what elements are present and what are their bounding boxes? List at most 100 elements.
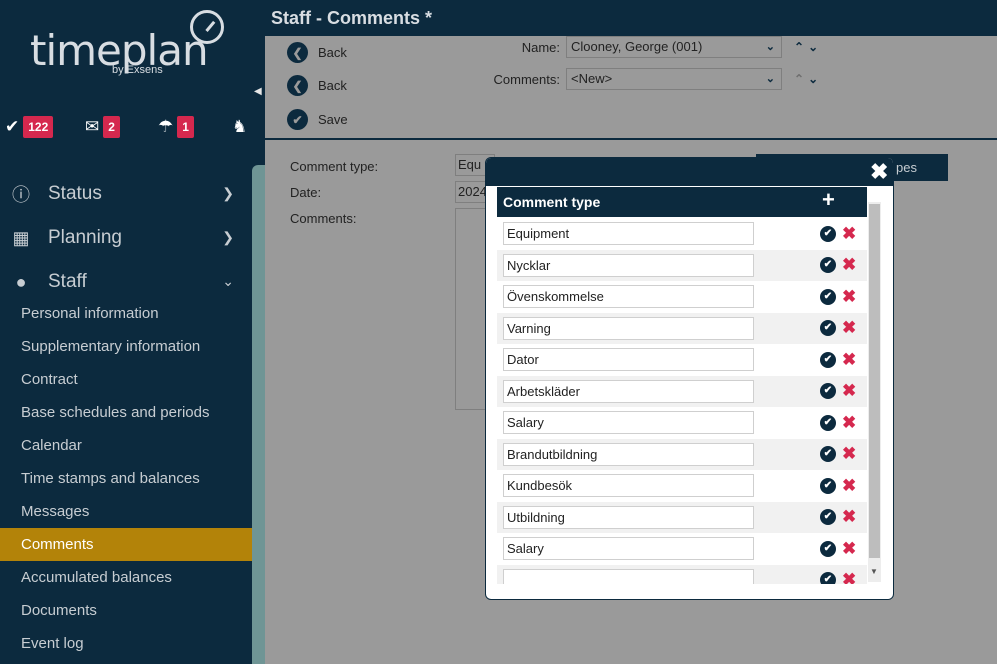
sidebar-item-time-stamps[interactable]: Time stamps and balances (0, 462, 252, 495)
back-button[interactable]: ❮ Back (287, 42, 347, 63)
name-select[interactable]: Clooney, George (001) ⌄ (566, 36, 782, 58)
comment-type-input[interactable] (503, 253, 754, 277)
save-label: Save (318, 112, 348, 127)
sidebar-item-personal-information[interactable]: Personal information (0, 297, 252, 330)
dialog-scrollbar[interactable]: ▼ (868, 202, 881, 582)
close-icon[interactable]: ✖ (870, 161, 888, 183)
comments-label: Comments: (290, 211, 357, 226)
check-icon[interactable]: ✔ (820, 572, 836, 584)
owl-icon: ♞ (232, 117, 248, 136)
sidebar-item-supplementary-information[interactable]: Supplementary information (0, 330, 252, 363)
delete-icon[interactable]: ✖ (842, 477, 856, 494)
nav-item-planning[interactable]: ▦ Planning ❯ (0, 216, 252, 260)
toolbar-divider (265, 138, 997, 140)
comments-select-label: Comments: (493, 71, 560, 87)
comment-type-input[interactable] (503, 222, 754, 246)
chevron-up-icon[interactable]: ⌃ (794, 40, 804, 54)
scroll-down-icon[interactable]: ▼ (870, 567, 878, 576)
check-icon[interactable]: ✔ (820, 320, 836, 337)
umbrella-icon: ☂ (158, 117, 174, 136)
comments-select[interactable]: <New> ⌄ (566, 68, 782, 90)
plus-icon[interactable]: + (822, 187, 835, 213)
logo-by: by Exsens (112, 64, 163, 76)
sidebar-item-documents[interactable]: Documents (0, 594, 252, 627)
comment-type-input[interactable] (503, 568, 754, 584)
delete-icon[interactable]: ✖ (842, 319, 856, 336)
check-icon[interactable]: ✔ (820, 351, 836, 368)
chevron-down-icon: ⌄ (765, 41, 775, 53)
comment-type-input[interactable] (503, 505, 754, 529)
sidebar-item-event-log[interactable]: Event log (0, 627, 252, 660)
comments-navigation: ⌃ ⌄ (794, 72, 818, 86)
comment-type-input[interactable] (503, 285, 754, 309)
scroll-thumb[interactable] (869, 204, 880, 558)
messages-badge[interactable]: ✉ 2 (85, 116, 120, 138)
page-title: Staff - Comments * (271, 8, 433, 28)
nav-item-status[interactable]: ⓘ Status ❯ (0, 172, 252, 216)
sidebar-scrollbar[interactable] (252, 165, 265, 664)
dialog-title-bar: ✖ (486, 158, 893, 186)
name-select-value: Clooney, George (001) (571, 39, 703, 54)
check-icon[interactable]: ✔ (820, 257, 836, 274)
tasks-badge[interactable]: ✔ 122 (5, 116, 54, 138)
delete-icon[interactable]: ✖ (842, 382, 856, 399)
check-icon[interactable]: ✔ (820, 288, 836, 305)
nav-item-label: Planning (48, 227, 122, 248)
comment-type-input[interactable] (503, 474, 754, 498)
sidebar-item-messages[interactable]: Messages (0, 495, 252, 528)
sidebar-item-contract[interactable]: Contract (0, 363, 252, 396)
delete-icon[interactable]: ✖ (842, 508, 856, 525)
back-button-2[interactable]: ❮ Back (287, 75, 347, 96)
nav-item-label: Staff (48, 271, 87, 292)
chevron-down-icon: ⌄ (765, 73, 775, 85)
chevron-down-icon[interactable]: ⌄ (808, 72, 818, 86)
back-label: Back (318, 45, 347, 60)
sidebar-item-comments[interactable]: Comments (0, 528, 252, 561)
delete-icon[interactable]: ✖ (842, 540, 856, 557)
check-icon: ✔ (287, 109, 308, 130)
delete-icon[interactable]: ✖ (842, 445, 856, 462)
delete-icon[interactable]: ✖ (842, 414, 856, 431)
collapse-sidebar-icon[interactable]: ◀ (254, 86, 262, 97)
check-icon[interactable]: ✔ (820, 225, 836, 242)
delete-icon[interactable]: ✖ (842, 571, 856, 584)
comment-type-input[interactable] (503, 442, 754, 466)
comment-type-input[interactable] (503, 411, 754, 435)
comment-type-input[interactable] (503, 316, 754, 340)
comment-type-header-title: Comment type (503, 194, 601, 210)
chevron-down-icon[interactable]: ⌄ (808, 40, 818, 54)
comment-type-input[interactable] (503, 348, 754, 372)
list-item: ✔ ✖ (497, 564, 867, 584)
list-item: ✔ ✖ (497, 501, 867, 533)
owl-button[interactable]: ♞ (232, 116, 247, 138)
check-icon[interactable]: ✔ (820, 383, 836, 400)
list-item: ✔ ✖ (497, 218, 867, 250)
check-icon[interactable]: ✔ (820, 477, 836, 494)
save-button[interactable]: ✔ Save (287, 109, 348, 130)
check-icon[interactable]: ✔ (820, 446, 836, 463)
delete-icon[interactable]: ✖ (842, 256, 856, 273)
sidebar-item-calendar[interactable]: Calendar (0, 429, 252, 462)
timeplan-logo[interactable]: timeplan by Exsens (28, 10, 228, 82)
info-icon: ⓘ (12, 185, 30, 205)
check-icon[interactable]: ✔ (820, 540, 836, 557)
sidebar-item-base-schedules[interactable]: Base schedules and periods (0, 396, 252, 429)
comment-type-input[interactable] (503, 537, 754, 561)
chevron-up-icon[interactable]: ⌃ (794, 72, 804, 86)
check-icon[interactable]: ✔ (820, 509, 836, 526)
delete-icon[interactable]: ✖ (842, 288, 856, 305)
tasks-count: 122 (23, 116, 54, 138)
absence-badge[interactable]: ☂ 1 (158, 116, 194, 138)
list-item: ✔ ✖ (497, 407, 867, 439)
delete-icon[interactable]: ✖ (842, 225, 856, 242)
comment-type-list: ✔ ✖ ✔ ✖ ✔ ✖ ✔ ✖ ✔ ✖ ✔ ✖ ✔ (497, 218, 867, 584)
check-icon: ✔ (5, 117, 20, 136)
comments-row: Comments: <New> ⌄ ⌃ ⌄ (480, 68, 818, 90)
comment-type-input[interactable] (503, 379, 754, 403)
check-icon[interactable]: ✔ (820, 414, 836, 431)
messages-count: 2 (103, 116, 120, 138)
top-header: Staff - Comments * (265, 0, 997, 36)
sidebar-item-accumulated-balances[interactable]: Accumulated balances (0, 561, 252, 594)
delete-icon[interactable]: ✖ (842, 351, 856, 368)
list-item: ✔ ✖ (497, 249, 867, 281)
